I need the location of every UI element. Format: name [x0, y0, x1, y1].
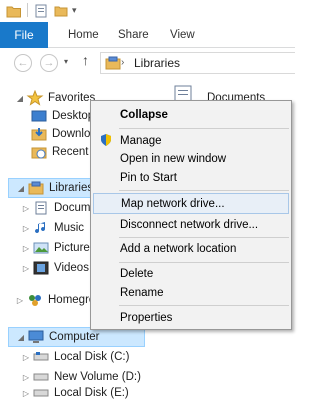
tree-label: Homegro [48, 294, 96, 306]
expand-chevron-icon[interactable]: ▷ [14, 296, 26, 305]
breadcrumb-libraries[interactable]: Libraries [134, 56, 180, 70]
libraries-icon [105, 56, 121, 70]
recent-places-icon [31, 147, 47, 159]
tree-label: Videos [54, 262, 89, 274]
computer-icon [28, 330, 44, 343]
documents-icon [35, 201, 47, 215]
tree-item-desktop[interactable]: Desktop [30, 106, 94, 126]
customize-qat-icon[interactable]: ▾ [72, 5, 77, 16]
menu-item-rename[interactable]: Rename [93, 282, 289, 303]
expand-chevron-icon[interactable]: ▷ [20, 224, 32, 233]
tree-item-pictures[interactable]: ▷ Pictures [20, 238, 96, 258]
tree-label: Local Disk (E:) [54, 387, 129, 399]
uac-shield-icon [101, 134, 111, 146]
ribbon: File Home Share View [0, 22, 295, 48]
collapse-chevron-icon[interactable]: ◢ [15, 184, 27, 193]
collapse-chevron-icon[interactable]: ◢ [14, 94, 26, 103]
tree-item-recent-places[interactable]: Recent p [30, 142, 98, 162]
tree-label: Favorites [48, 92, 96, 104]
menu-item-map-network-drive[interactable]: Map network drive... [93, 193, 289, 214]
recent-locations-chevron-icon[interactable]: ▾ [64, 57, 68, 66]
tree-item-documents[interactable]: ▷ Docume [20, 198, 97, 218]
tree-label: Desktop [52, 110, 95, 122]
tree-homegroup[interactable]: ▷ Homegro [14, 290, 95, 310]
context-menu: Collapse Manage Open in new window Pin t… [90, 100, 292, 330]
tab-view[interactable]: View [170, 22, 195, 48]
tab-home[interactable]: Home [68, 22, 99, 48]
expand-chevron-icon[interactable]: ▷ [20, 244, 32, 253]
star-icon [26, 90, 44, 106]
expand-chevron-icon[interactable]: ▷ [20, 264, 32, 273]
forward-button[interactable]: → [40, 54, 58, 72]
tree-item-downloads[interactable]: Downlo [30, 124, 90, 144]
videos-icon [33, 261, 49, 275]
desktop-icon [31, 110, 47, 122]
toolbar-divider [27, 3, 28, 17]
menu-item-disconnect-network-drive[interactable]: Disconnect network drive... [93, 214, 289, 235]
menu-item-collapse[interactable]: Collapse [93, 104, 289, 125]
menu-item-label: Manage [120, 134, 162, 147]
expand-chevron-icon[interactable]: ▷ [20, 204, 32, 213]
tree-label: Music [54, 222, 85, 234]
downloads-icon [31, 128, 47, 141]
tree-label: New Volume (D:) [54, 371, 141, 383]
expand-chevron-icon[interactable]: ▷ [20, 353, 32, 362]
tree-computer[interactable]: ◢ Computer [8, 327, 145, 347]
homegroup-icon [29, 295, 41, 306]
menu-item-add-network-location[interactable]: Add a network location [93, 238, 289, 259]
properties-icon[interactable] [34, 4, 48, 18]
tree-label: Downlo [52, 128, 91, 140]
up-button[interactable]: ↑ [82, 52, 89, 68]
new-folder-icon[interactable] [54, 4, 68, 18]
menu-item-pin-to-start[interactable]: Pin to Start [93, 167, 289, 188]
menu-separator [119, 128, 289, 129]
menu-item-properties[interactable]: Properties [93, 307, 289, 328]
tree-favorites[interactable]: ◢ Favorites [14, 88, 95, 108]
menu-item-delete[interactable]: Delete [93, 263, 289, 284]
tree-item-videos[interactable]: ▷ Videos [20, 258, 89, 278]
libraries-icon [28, 181, 44, 195]
navigation-bar: ← → ▾ ↑ › Libraries [0, 48, 295, 78]
menu-separator [119, 305, 289, 306]
breadcrumb-separator-icon[interactable]: › [121, 57, 124, 68]
tab-file[interactable]: File [0, 22, 48, 48]
expand-chevron-icon[interactable]: ▷ [20, 373, 32, 382]
tree-item-local-disk-c[interactable]: ▷ Local Disk (C:) [20, 347, 129, 367]
expand-chevron-icon[interactable]: ▷ [20, 389, 32, 398]
menu-item-open-new-window[interactable]: Open in new window [93, 148, 289, 169]
title-bar: ▾ [0, 0, 295, 22]
address-bar[interactable]: › Libraries [100, 52, 295, 74]
back-button[interactable]: ← [14, 54, 32, 72]
tree-item-local-disk-e[interactable]: ▷ Local Disk (E:) [20, 383, 129, 400]
pictures-icon [33, 242, 49, 254]
tree-label: Libraries [49, 182, 94, 194]
disk-icon [33, 352, 49, 361]
folder-icon[interactable] [6, 4, 22, 18]
music-icon [35, 222, 46, 234]
tab-share[interactable]: Share [118, 22, 149, 48]
tree-label: Computer [49, 331, 100, 343]
menu-separator [119, 190, 289, 191]
disk-icon [33, 389, 49, 397]
tree-item-music[interactable]: ▷ Music [20, 218, 84, 238]
collapse-chevron-icon[interactable]: ◢ [15, 333, 27, 342]
tree-label: Local Disk (C:) [54, 351, 130, 363]
